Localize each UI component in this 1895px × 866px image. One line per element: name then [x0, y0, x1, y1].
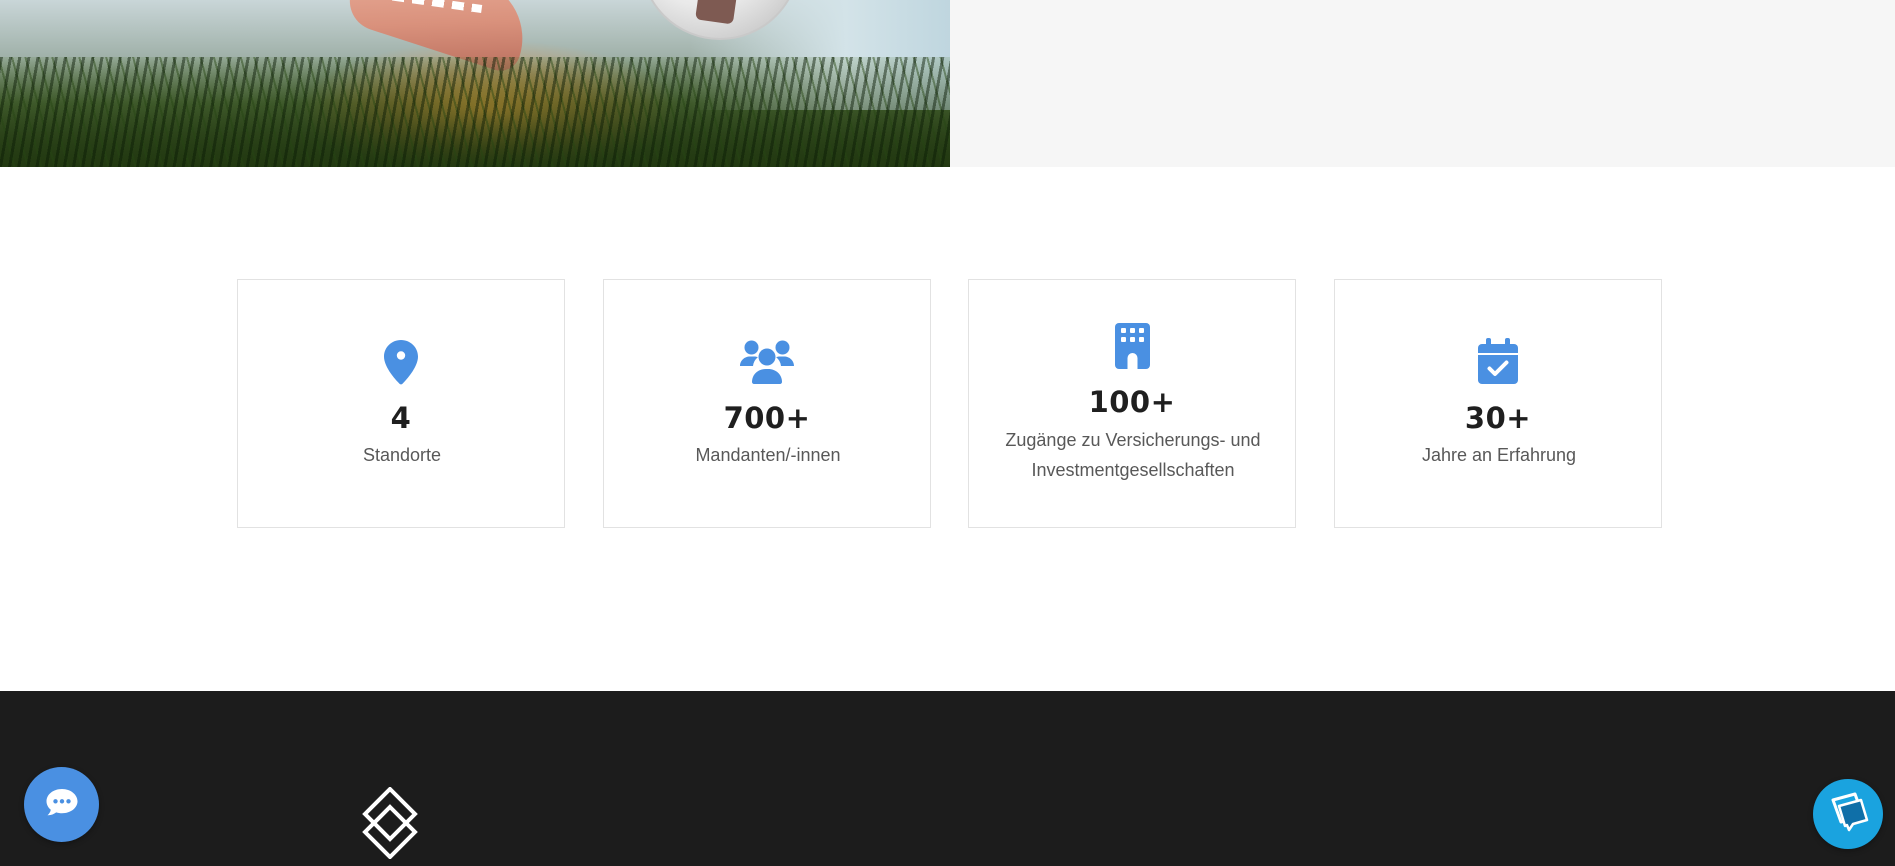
- stat-label: Mandanten/-innen: [695, 445, 841, 465]
- stat-value: 100+: [1088, 385, 1176, 419]
- stats-section: 4 Standorte 700+ Mandanten/-innen 100+ Z…: [237, 279, 1662, 528]
- chat-button[interactable]: [24, 767, 99, 842]
- hero-text-panel: [950, 0, 1895, 167]
- stat-value: 30+: [1464, 401, 1532, 435]
- users-icon: [604, 338, 930, 384]
- stat-value: 4: [390, 401, 412, 435]
- stat-card-gesellschaften: 100+ Zugänge zu Versicherungs- und Inves…: [968, 279, 1296, 528]
- hero-section: [0, 0, 1895, 167]
- stat-card-erfahrung: 30+ Jahre an Erfahrung: [1334, 279, 1662, 528]
- building-icon: [969, 323, 1295, 369]
- map-marker-icon: [238, 339, 564, 385]
- stat-label: Standorte: [362, 445, 442, 465]
- chat-widget-icon: [1825, 792, 1871, 837]
- diamond-logo-icon[interactable]: [362, 786, 418, 860]
- stat-card-standorte: 4 Standorte: [237, 279, 565, 528]
- site-footer: [0, 691, 1895, 866]
- calendar-check-icon: [1335, 338, 1661, 384]
- stat-label: Jahre an Erfahrung: [1421, 445, 1577, 465]
- stat-card-mandanten: 700+ Mandanten/-innen: [603, 279, 931, 528]
- stat-label: Zugänge zu Versicherungs- und Investment…: [1005, 430, 1261, 480]
- support-chat-button[interactable]: [1813, 779, 1883, 849]
- hero-image-football: [0, 0, 950, 167]
- stat-value: 700+: [723, 401, 811, 435]
- chat-bubble-icon: [45, 787, 79, 822]
